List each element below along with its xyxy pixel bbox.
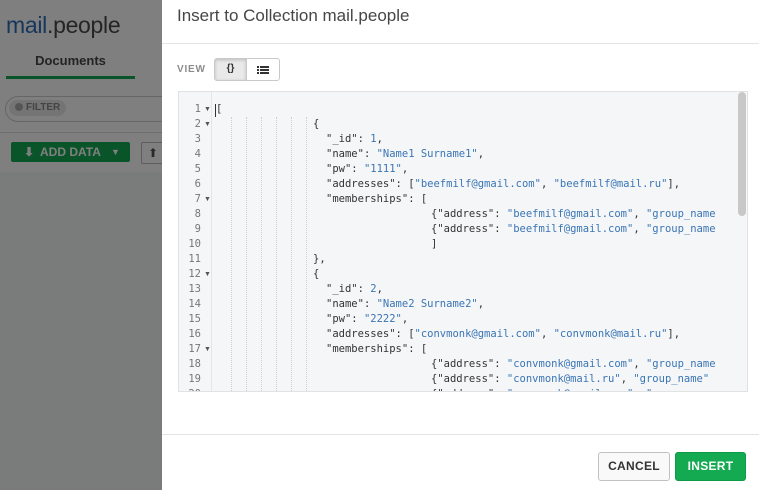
code-line: {"address": "convmonk@gmail.com", ": [431, 387, 652, 391]
fold-arrow-icon[interactable]: ▼: [204, 117, 211, 132]
view-toggle: {}: [214, 58, 280, 81]
text-cursor: [215, 104, 216, 117]
code-line: {: [313, 268, 320, 280]
code-line: "memberships": [: [326, 193, 428, 205]
code-line: {: [313, 118, 320, 130]
indent-guide: [276, 117, 277, 391]
gutter-border: [211, 92, 212, 391]
line-number: 16: [188, 328, 201, 340]
indent-guide: [231, 117, 232, 391]
line-number: 18: [188, 358, 201, 370]
code-area[interactable]: [ { "_id": 1, "name": "Name1 Surname1", "pw"…: [216, 92, 726, 391]
modal-footer: CANCEL INSERT: [162, 434, 759, 491]
view-label: VIEW: [177, 64, 206, 75]
cancel-button[interactable]: CANCEL: [598, 452, 670, 481]
line-number: 8: [194, 208, 201, 220]
code-line: [: [216, 103, 223, 115]
code-line: "pw": "2222",: [326, 313, 409, 325]
code-line: "name": "Name1 Surname1",: [326, 148, 485, 160]
editor-scrollbar[interactable]: [736, 92, 746, 391]
code-line: "name": "Name2 Surname2",: [326, 298, 485, 310]
fold-arrow-icon[interactable]: ▼: [204, 342, 211, 357]
json-editor[interactable]: 1▼2▼34567▼89101112▼1314151617▼181920 [{"…: [178, 91, 748, 392]
list-view-button[interactable]: [247, 59, 279, 80]
line-number: 6: [194, 178, 201, 190]
line-number: 17: [188, 343, 201, 355]
indent-guide: [246, 117, 247, 391]
line-number: 2: [194, 118, 201, 130]
code-line: "_id": 2,: [326, 283, 383, 295]
indent-guide: [261, 117, 262, 391]
fold-arrow-icon[interactable]: ▼: [204, 192, 211, 207]
code-line: {"address": "convmonk@mail.ru", "group_n…: [431, 373, 710, 385]
fold-arrow-icon[interactable]: ▼: [204, 267, 211, 282]
list-icon: [257, 66, 269, 74]
fold-arrow-icon[interactable]: ▼: [204, 102, 211, 117]
line-number: 9: [194, 223, 201, 235]
code-line: {"address": "beefmilf@gmail.com", "group…: [431, 208, 716, 220]
code-line: "addresses": ["beefmilf@gmail.com", "bee…: [326, 178, 681, 190]
line-number: 12: [188, 268, 201, 280]
indent-guide: [291, 117, 292, 391]
insert-button[interactable]: INSERT: [675, 452, 746, 481]
code-line: {"address": "beefmilf@gmail.com", "group…: [431, 223, 716, 235]
json-view-button[interactable]: {}: [215, 59, 247, 80]
modal-title: Insert to Collection mail.people: [177, 6, 410, 25]
modal-header: Insert to Collection mail.people: [162, 0, 759, 44]
line-number: 4: [194, 148, 201, 160]
code-line: {"address": "convmonk@gmail.com", "group…: [431, 358, 716, 370]
line-number: 1: [194, 103, 201, 115]
line-number-gutter: 1▼2▼34567▼89101112▼1314151617▼181920: [179, 92, 211, 391]
line-number: 11: [188, 253, 201, 265]
scrollbar-thumb[interactable]: [738, 92, 746, 216]
code-line: "_id": 1,: [326, 133, 383, 145]
code-line: "pw": "1111",: [326, 163, 409, 175]
indent-guide: [306, 117, 307, 391]
line-number: 20: [179, 387, 201, 391]
line-number: 14: [188, 298, 201, 310]
code-line: ]: [431, 238, 438, 250]
line-number: 5: [194, 163, 201, 175]
code-line: "addresses": ["convmonk@gmail.com", "con…: [326, 328, 681, 340]
insert-document-modal: Insert to Collection mail.people VIEW {}…: [162, 0, 759, 491]
line-number: 10: [188, 238, 201, 250]
line-number: 15: [188, 313, 201, 325]
line-number: 19: [188, 373, 201, 385]
code-line: },: [313, 253, 326, 265]
line-number: 3: [194, 133, 201, 145]
line-number: 13: [188, 283, 201, 295]
code-line: "memberships": [: [326, 343, 428, 355]
line-number: 7: [194, 193, 201, 205]
